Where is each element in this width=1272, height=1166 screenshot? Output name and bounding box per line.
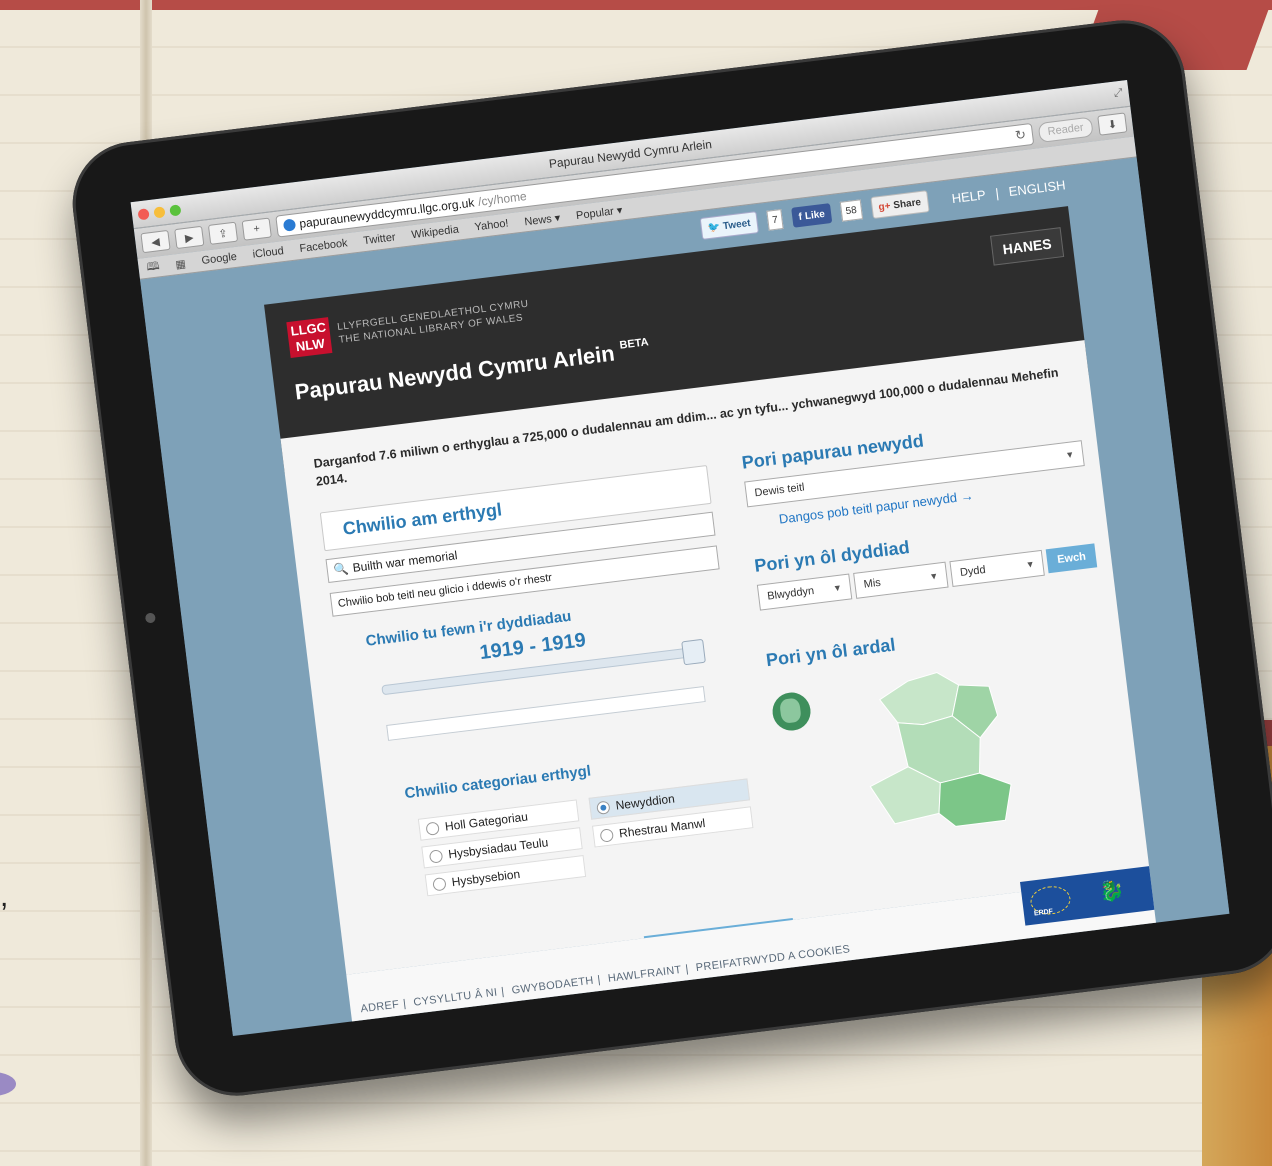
reader-button[interactable]: Reader [1037,116,1094,144]
google-plus-icon: g+ [877,200,892,213]
category-label: Newyddion [614,791,676,813]
radio-icon [428,848,444,864]
title-select-placeholder: Dewis teitl [753,481,806,500]
chevron-down-icon: ▼ [832,582,843,594]
search-panel: Chwilio am erthygl 🔍 Builth war memorial… [319,465,797,968]
bookmark-wikipedia[interactable]: Wikipedia [411,224,460,242]
search-icon: 🔍 [333,561,350,578]
google-share-button[interactable]: g+ Share [870,190,930,219]
nav-separator: | [994,184,1000,201]
logo-line2: NLW [295,335,326,355]
nlw-logo[interactable]: LLGC NLW LLYFRGELL GENEDLAETHOL CYMRU TH… [286,293,531,358]
main-panel: Darganfod 7.6 miliwn o erthyglau a 725,0… [280,340,1151,975]
footer-sep: | [500,985,506,998]
ink-mark: , [0,880,9,913]
downloads-icon[interactable]: ⬇ [1097,112,1128,136]
bookmark-google[interactable]: Google [201,251,238,267]
tablet-screen: Papurau Newydd Cymru Arlein ⤢ ◀ ▶ ⇪ + pa… [130,79,1230,1037]
radio-selected-icon [596,799,611,815]
search-query: Builth war memorial [351,548,459,575]
footer-link-home[interactable]: ADREF [360,999,400,1016]
web-page: 🐦 Tweet 7 f Like 58 g+ Share HELP | ENGLISH… [140,157,1230,1035]
logo-wordmark: LLYFRGELL GENEDLAETHOL CYMRU THE NATIONA… [337,298,531,347]
day-label: Dydd [959,563,987,579]
facebook-like-button[interactable]: f Like [791,203,832,228]
category-label: Holl Gategoriau [444,809,529,834]
radio-icon [599,827,614,843]
wales-map [869,672,1012,827]
top-sites-icon[interactable]: ▦ [175,257,187,271]
share-label: Share [892,196,922,211]
forward-icon[interactable]: ▶ [174,225,205,250]
footer-sep: | [596,973,602,987]
back-icon[interactable]: ◀ [140,229,171,254]
share-icon[interactable]: ⇪ [207,221,239,245]
tablet-device: Papurau Newydd Cymru Arlein ⤢ ◀ ▶ ⇪ + pa… [65,13,1272,1103]
chevron-down-icon: ▼ [928,570,939,582]
category-label: Hysbysebion [450,866,521,890]
beta-badge: BETA [618,336,650,352]
bookmark-facebook[interactable]: Facebook [299,237,348,255]
tweet-button[interactable]: 🐦 Tweet [699,211,759,240]
facebook-icon: f [797,211,803,223]
english-link[interactable]: ENGLISH [1008,177,1066,199]
url-path: /cy/home [477,189,528,209]
radio-icon [432,876,447,891]
footer-link-copyright[interactable]: HAWLFRAINT [607,964,682,985]
category-label: Rhestrau Manwl [618,815,707,841]
footer-sep: | [402,997,407,1011]
bookmark-icloud[interactable]: iCloud [252,245,284,261]
footer-sep: | [684,963,690,976]
logo-mark: LLGC NLW [286,317,333,358]
chevron-down-icon: ▼ [1064,449,1075,461]
tweet-label: Tweet [722,217,752,232]
slider-handle[interactable] [681,638,706,666]
chevron-down-icon: ▼ [1025,558,1036,570]
hanes-button[interactable]: HANES [990,227,1065,266]
day-select[interactable]: Dydd ▼ [949,549,1046,587]
eu-label: ERDF [1033,908,1054,918]
bookmark-yahoo[interactable]: Yahoo! [474,217,509,233]
bookmark-news-menu[interactable]: News ▾ [524,211,561,228]
help-link[interactable]: HELP [951,187,987,206]
radio-icon [425,820,440,836]
like-label: Like [804,208,826,222]
month-label: Mis [862,576,882,591]
bookmark-popular-menu[interactable]: Popular ▾ [575,203,623,222]
go-button[interactable]: Ewch [1045,543,1098,574]
notebook-edge [0,0,1272,10]
site-globe-icon [282,218,297,232]
reading-list-icon[interactable]: 🕮 [146,257,161,277]
date-range-track[interactable] [386,686,706,741]
reload-icon[interactable]: ↻ [1014,127,1027,144]
bookmark-twitter[interactable]: Twitter [363,231,397,247]
month-select[interactable]: Mis ▼ [853,561,949,599]
region-row [769,642,1128,862]
new-tab-icon[interactable]: + [241,217,272,241]
fullscreen-icon[interactable]: ⤢ [1113,87,1123,101]
like-count: 58 [839,199,863,222]
tweet-count: 7 [766,209,784,231]
category-label: Hysbysiadau Teulu [447,835,550,862]
browse-panel: Pori papurau newydd Dewis teitl ▼ Dangos… [741,411,1129,861]
welsh-dragon-icon: 🐉 [1098,879,1126,905]
twitter-icon: 🐦 [707,221,721,234]
globe-icon[interactable] [770,690,813,733]
category-options: Holl Gategoriau Newyddion Hysbysiadau Te… [417,778,755,897]
year-select[interactable]: Blwyddyn ▼ [756,573,853,611]
year-label: Blwyddyn [766,584,815,603]
